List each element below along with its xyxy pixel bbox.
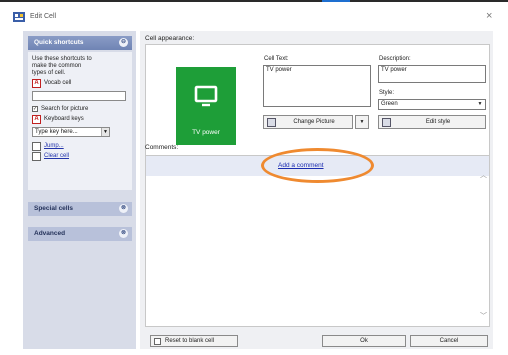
ok-button[interactable]: Ok bbox=[322, 335, 406, 347]
ok-label: Ok bbox=[360, 338, 368, 344]
search-picture-label: Search for picture bbox=[41, 106, 89, 112]
keyboard-key-select[interactable]: Type key here... ▼ bbox=[32, 127, 110, 137]
reset-icon bbox=[154, 338, 161, 345]
title-bar: Edit Cell × bbox=[0, 2, 508, 28]
chevron-down-icon[interactable]: ▼ bbox=[101, 128, 109, 136]
app-icon bbox=[13, 12, 25, 22]
scroll-up-icon[interactable]: ︿ bbox=[480, 170, 487, 180]
keyboard-keys-button[interactable]: Keyboard keys bbox=[44, 116, 84, 123]
change-picture-button[interactable]: Change Picture bbox=[263, 115, 353, 129]
style-icon bbox=[382, 118, 391, 127]
keyboard-keys-icon: A bbox=[32, 115, 41, 124]
cancel-button[interactable]: Cancel bbox=[410, 335, 488, 347]
advanced-header[interactable]: Advanced ⊗ bbox=[28, 227, 132, 241]
quick-shortcuts-header[interactable]: Quick shortcuts ⊖ bbox=[28, 36, 132, 50]
jump-icon bbox=[32, 142, 41, 151]
vocab-cell-button[interactable]: Vocab cell bbox=[44, 80, 71, 87]
quick-shortcuts-title: Quick shortcuts bbox=[34, 39, 84, 46]
advanced-title: Advanced bbox=[34, 230, 66, 237]
clear-cell-link[interactable]: Clear cell bbox=[44, 153, 69, 159]
description-label: Description: bbox=[379, 56, 411, 62]
edit-style-label: Edit style bbox=[425, 119, 451, 125]
annotation-highlight-circle bbox=[261, 148, 374, 183]
comments-label: Comments: bbox=[145, 144, 179, 151]
cell-text-input[interactable]: TV power bbox=[263, 65, 371, 107]
change-picture-dropdown[interactable]: ▼ bbox=[355, 115, 369, 129]
main-panel: Cell appearance: TV power Cell Text: TV … bbox=[140, 31, 493, 349]
close-icon[interactable]: × bbox=[486, 11, 492, 22]
tv-icon bbox=[194, 85, 218, 107]
vocab-cell-icon: A bbox=[32, 79, 41, 88]
scroll-down-icon[interactable]: ﹀ bbox=[480, 311, 487, 321]
search-picture-checkbox[interactable]: ✓ bbox=[32, 106, 38, 112]
expand-icon[interactable]: ⊗ bbox=[119, 204, 128, 213]
clear-cell-icon bbox=[32, 152, 41, 161]
description-input[interactable]: TV power bbox=[378, 65, 486, 83]
change-picture-label: Change Picture bbox=[293, 119, 335, 125]
shortcuts-description-line: make the common bbox=[32, 63, 82, 69]
edit-style-button[interactable]: Edit style bbox=[378, 115, 486, 129]
cell-text-label: Cell Text: bbox=[264, 56, 289, 62]
description-value: TV power bbox=[381, 67, 407, 73]
sidebar: Quick shortcuts ⊖ Use these shortcuts to… bbox=[23, 31, 136, 349]
cell-text-value: TV power bbox=[266, 67, 292, 73]
chevron-down-icon: ▼ bbox=[359, 119, 365, 125]
cell-appearance-label: Cell appearance: bbox=[145, 35, 195, 42]
chevron-down-icon[interactable]: ▼ bbox=[476, 101, 484, 108]
tile-label: TV power bbox=[192, 129, 220, 136]
jump-link[interactable]: Jump... bbox=[44, 143, 64, 149]
expand-icon[interactable]: ⊗ bbox=[119, 229, 128, 238]
shortcuts-description-line: types of cell. bbox=[32, 70, 66, 76]
window-title: Edit Cell bbox=[30, 13, 57, 20]
picture-icon bbox=[267, 118, 276, 127]
special-cells-title: Special cells bbox=[34, 205, 74, 212]
collapse-icon[interactable]: ⊖ bbox=[119, 38, 128, 47]
reset-label: Reset to blank cell bbox=[165, 338, 215, 344]
shortcuts-description-line: Use these shortcuts to bbox=[32, 56, 92, 62]
keyboard-key-select-value: Type key here... bbox=[35, 129, 78, 135]
cell-preview-tile[interactable]: TV power bbox=[176, 67, 236, 145]
cancel-label: Cancel bbox=[439, 338, 459, 344]
quick-shortcuts-panel: Use these shortcuts to make the common t… bbox=[28, 52, 132, 190]
reset-button[interactable]: Reset to blank cell bbox=[150, 335, 238, 347]
vocab-input[interactable] bbox=[32, 91, 126, 101]
appearance-box: TV power Cell Text: TV power Description… bbox=[145, 44, 490, 162]
special-cells-header[interactable]: Special cells ⊗ bbox=[28, 202, 132, 216]
style-select[interactable]: Green ▼ bbox=[378, 99, 486, 110]
style-label: Style: bbox=[379, 90, 395, 96]
style-value: Green bbox=[381, 101, 398, 107]
